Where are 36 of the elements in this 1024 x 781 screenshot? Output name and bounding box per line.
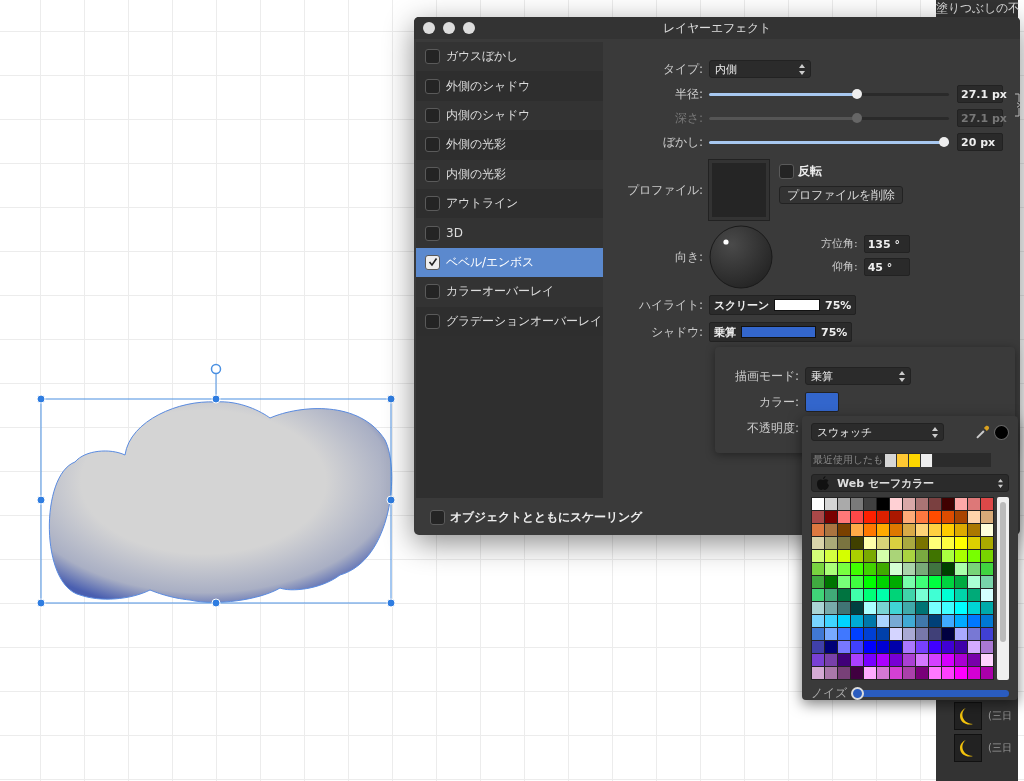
value-field[interactable]: 20 px xyxy=(957,133,1003,151)
field-label: 描画モード: xyxy=(733,367,799,385)
type-dropdown[interactable]: 内側 xyxy=(709,60,811,78)
checkbox-label: 反転 xyxy=(798,162,822,180)
field-label: カラー: xyxy=(757,393,799,411)
field-label: 深さ: xyxy=(673,109,703,127)
field-label: シャドウ: xyxy=(649,323,703,341)
effect-item[interactable]: ベベル/エンボス xyxy=(416,247,603,278)
effect-item[interactable]: 内側のシャドウ xyxy=(416,100,603,131)
effect-item[interactable]: カラーオーバーレイ xyxy=(416,277,603,307)
style-label: (三日 xyxy=(988,709,1012,723)
shadow-control[interactable]: 乗算 75% xyxy=(709,322,853,342)
palette-dropdown[interactable]: Web セーフカラー xyxy=(811,474,1009,492)
delete-profile-button[interactable]: プロファイルを削除 xyxy=(779,185,903,204)
recent-colors-label: 最近使用したも xyxy=(812,453,884,467)
elevation-field[interactable]: 45 ° xyxy=(863,257,910,276)
window-title: レイヤーエフェクト xyxy=(663,19,771,37)
field-label: 仰角: xyxy=(832,259,858,274)
azimuth-field[interactable]: 135 ° xyxy=(863,234,910,253)
field-label: 方位角: xyxy=(821,236,858,251)
field-label: 向き: xyxy=(673,248,703,266)
effect-item[interactable]: 内側の光彩 xyxy=(416,159,603,189)
field-label: タイプ: xyxy=(661,60,703,78)
field-label: ハイライト: xyxy=(637,296,703,314)
effect-item[interactable]: 3D xyxy=(416,218,603,248)
blend-mode-dropdown[interactable]: 乗算 xyxy=(805,367,911,385)
effect-item[interactable]: ガウスぼかし xyxy=(416,42,603,72)
field-label: プロファイル: xyxy=(625,181,703,199)
field-label: ぼかし: xyxy=(661,133,703,151)
checkbox-label: オブジェクトとともにスケーリング xyxy=(450,508,642,526)
highlight-control[interactable]: スクリーン 75% xyxy=(709,295,857,315)
field-label: 不透明度: xyxy=(745,419,799,437)
field-label: ノイズ xyxy=(811,685,847,702)
style-label: (三日 xyxy=(988,741,1012,755)
picker-mode-dropdown[interactable]: スウォッチ xyxy=(811,423,945,441)
field-label: 半径: xyxy=(673,85,703,103)
